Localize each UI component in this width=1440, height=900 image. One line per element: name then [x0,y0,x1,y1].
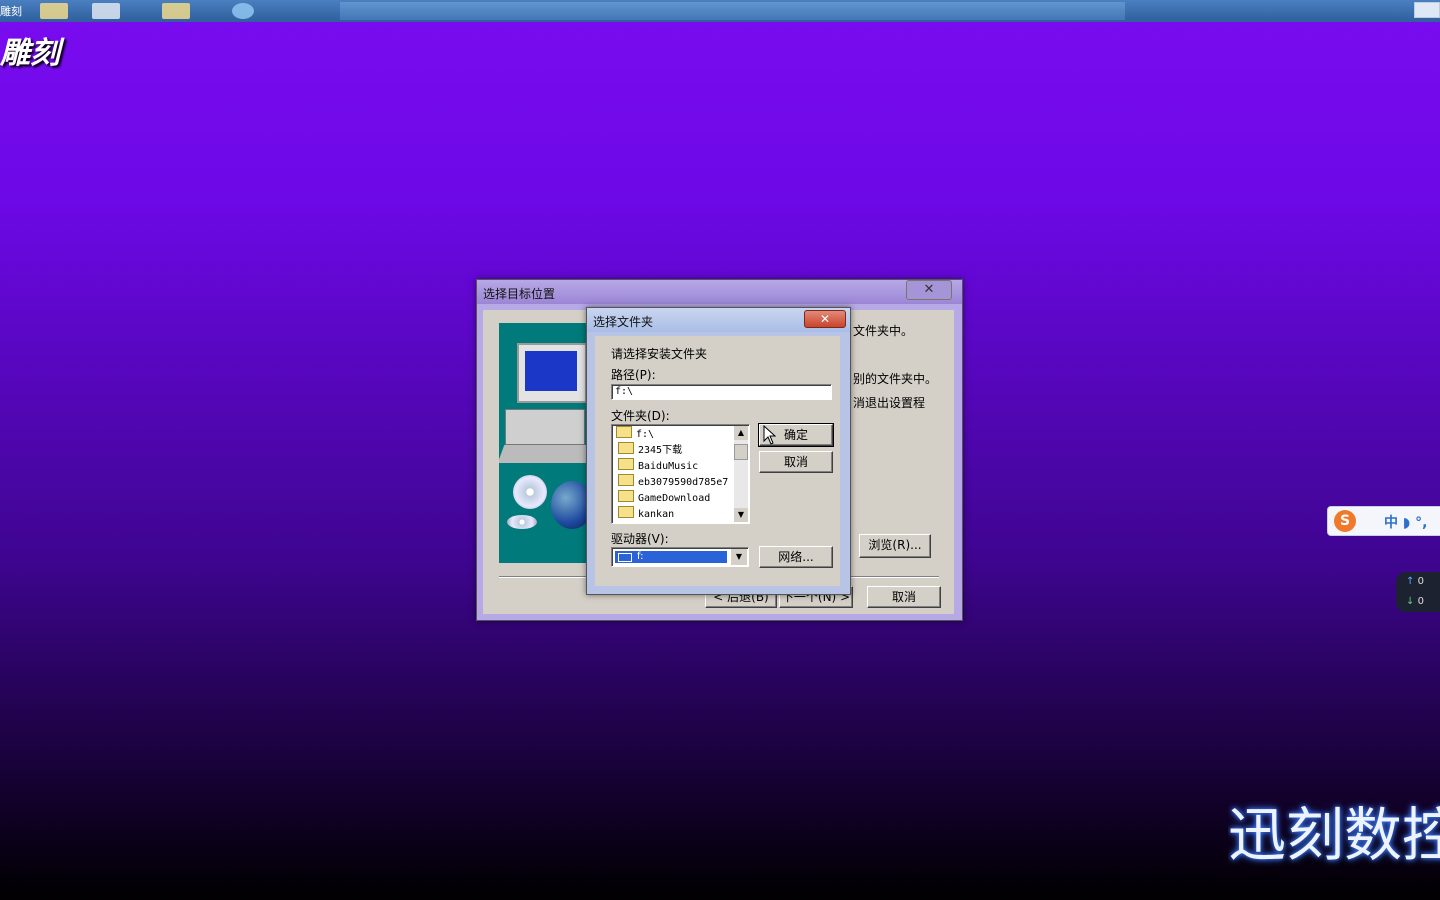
upload-speed: ↑ 0 [1406,576,1424,587]
download-arrow-icon: ↓ [1406,596,1415,607]
scroll-down-icon[interactable]: ▼ [734,508,748,522]
folder-icon [618,458,634,470]
setup-text-line2: 别的文件夹中。 [853,372,938,386]
taskbar-title[interactable]: 雕刻 [0,3,22,19]
setup-text-line1: 文件夹中。 [853,324,914,338]
mouse-cursor-icon [763,425,777,445]
computer-icon [505,409,585,445]
ime-mode-text[interactable]: 中 ◗ °, [1384,512,1427,532]
folder-icon [618,490,634,502]
watermark-brand: 迅刻数控 [1228,801,1440,869]
keyboard-icon [499,445,591,463]
monitor-icon [517,343,587,403]
network-monitor: ↑ 0 ↓ 0 [1396,572,1440,612]
globe-icon [551,481,591,529]
list-item[interactable]: f:\ [616,426,654,442]
folders-label: 文件夹(D): [611,409,670,423]
open-folder-icon [616,426,632,438]
dialog-cancel-button[interactable]: 取消 [759,451,833,473]
taskbar: 雕刻 [0,0,1440,22]
folder-dialog-body: 请选择安装文件夹 路径(P): f:\ 文件夹(D): f:\ 2345下载 B… [595,336,840,586]
path-input[interactable]: f:\ [611,384,832,400]
scroll-thumb[interactable] [734,444,748,460]
taskbar-browser-icon[interactable] [232,3,254,19]
upload-arrow-icon: ↑ [1406,576,1415,587]
sogou-logo-icon[interactable]: S [1334,510,1356,532]
folder-list-scrollbar[interactable]: ▲ ▼ [734,426,748,522]
setup-illustration [499,323,591,563]
list-item[interactable]: 2345下载 [618,442,682,458]
browse-button[interactable]: 浏览(R)... [859,534,931,558]
setup-close-button[interactable]: ✕ [906,280,952,300]
folder-icon [618,474,634,486]
list-item[interactable]: BaiduMusic [618,458,698,474]
taskbar-strip [340,2,1125,20]
ime-toolbar[interactable]: S 中 ◗ °, [1327,506,1440,536]
setup-cancel-button[interactable]: 取消 [867,586,941,608]
taskbar-show-desktop-button[interactable] [1414,2,1440,18]
desktop-brand: 雕刻 [0,36,60,71]
folder-icon [618,506,634,518]
folder-icon [618,442,634,454]
folder-dialog: 选择文件夹 ✕ 请选择安装文件夹 路径(P): f:\ 文件夹(D): f:\ … [586,307,851,595]
drive-select[interactable]: f: ▼ [611,547,749,567]
cd-icon [507,515,537,529]
scroll-up-icon[interactable]: ▲ [734,426,748,440]
network-button[interactable]: 网络... [759,546,833,568]
folder-list[interactable]: f:\ 2345下载 BaiduMusic eb3079590d785e7 Ga… [611,424,750,524]
list-item[interactable]: kankan [618,506,674,522]
path-label: 路径(P): [611,368,656,382]
taskbar-app-icon[interactable] [92,3,120,19]
folder-dialog-close-button[interactable]: ✕ [804,310,846,328]
drive-icon [618,553,632,562]
setup-text-line3: 消退出设置程 [853,396,926,410]
download-speed: ↓ 0 [1406,596,1424,607]
setup-window-title: 选择目标位置 [477,280,962,304]
cd-icon [513,475,547,509]
taskbar-folder-icon[interactable] [162,3,190,19]
chevron-down-icon[interactable]: ▼ [731,549,747,565]
taskbar-folder-icon[interactable] [40,3,68,19]
list-item[interactable]: GameDownload [618,490,710,506]
dialog-prompt: 请选择安装文件夹 [611,347,708,361]
drive-label: 驱动器(V): [611,532,669,546]
list-item[interactable]: eb3079590d785e7 [618,474,728,490]
